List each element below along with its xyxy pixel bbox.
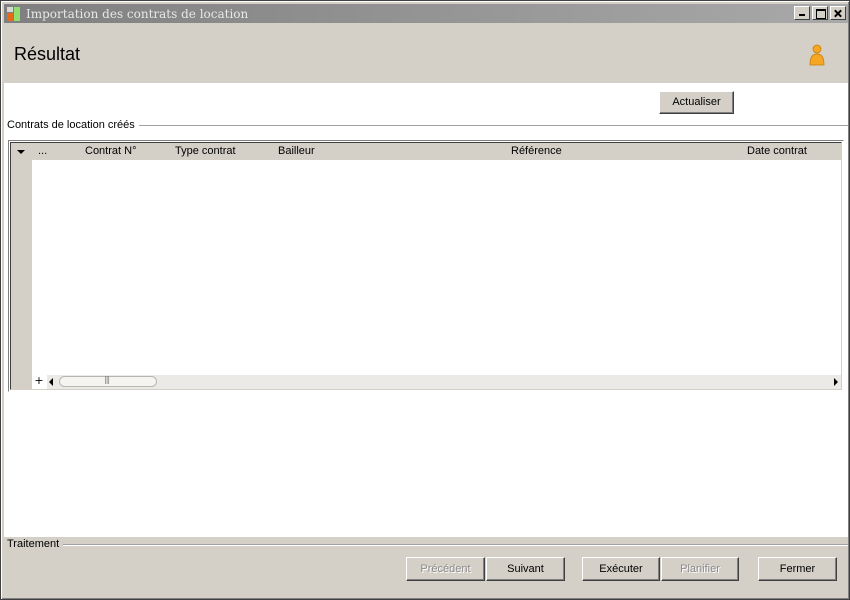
scroll-left-icon[interactable]	[49, 378, 53, 386]
column-header-reference[interactable]: Référence	[511, 145, 562, 157]
contracts-grid[interactable]: ... Contrat N° Type contrat Bailleur Réf…	[8, 140, 844, 392]
minimize-button[interactable]	[794, 6, 810, 20]
footer-panel: Traitement Précédent Suivant Exécuter Pl…	[4, 537, 848, 598]
horizontal-scrollbar[interactable]	[47, 375, 841, 389]
refresh-button-label: Actualiser	[672, 96, 721, 108]
window-title: Importation des contrats de location	[26, 6, 249, 21]
schedule-button[interactable]: Planifier	[661, 557, 739, 581]
scrollbar-thumb[interactable]	[59, 375, 157, 387]
group-divider	[134, 125, 848, 127]
column-chooser-dropdown[interactable]	[11, 143, 32, 160]
maximize-button[interactable]	[812, 6, 828, 20]
previous-button[interactable]: Précédent	[406, 557, 485, 581]
next-button[interactable]: Suivant	[486, 557, 565, 581]
footer-divider	[62, 544, 848, 546]
scroll-right-icon[interactable]	[834, 378, 838, 386]
contracts-group-label: Contrats de location créés	[7, 119, 139, 131]
column-header-lessor[interactable]: Bailleur	[278, 145, 315, 157]
page-header: Résultat	[4, 24, 848, 83]
column-header-more[interactable]: ...	[38, 145, 47, 157]
app-window: Importation des contrats de location Rés…	[0, 0, 850, 600]
close-button[interactable]: Fermer	[758, 557, 837, 581]
processing-group-label: Traitement	[7, 538, 64, 550]
close-window-button[interactable]	[830, 6, 846, 20]
refresh-button[interactable]: Actualiser	[659, 91, 734, 114]
column-header-contract-date[interactable]: Date contrat	[747, 145, 807, 157]
person-icon	[809, 44, 825, 66]
add-row-button[interactable]: +	[33, 375, 45, 387]
column-header-contract-number[interactable]: Contrat N°	[85, 145, 136, 157]
page-title: Résultat	[14, 44, 81, 64]
column-header-contract-type[interactable]: Type contrat	[175, 145, 236, 157]
window-controls	[792, 6, 846, 20]
app-icon	[6, 6, 22, 22]
grid-column-header: ... Contrat N° Type contrat Bailleur Réf…	[32, 143, 841, 160]
title-bar[interactable]: Importation des contrats de location	[4, 4, 848, 23]
grid-row-header	[11, 143, 32, 389]
main-content: Actualiser Contrats de location créés ..…	[4, 83, 848, 537]
execute-button[interactable]: Exécuter	[582, 557, 660, 581]
